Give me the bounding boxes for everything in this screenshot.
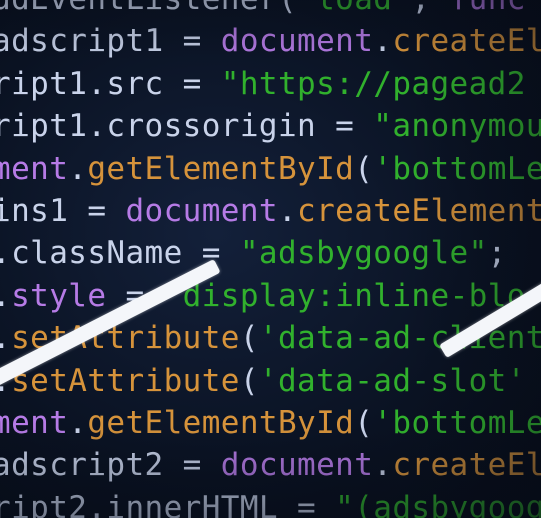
- code-token: .: [68, 150, 88, 187]
- code-token: "adsbygoogle": [239, 235, 488, 272]
- code-token: ment: [0, 150, 69, 187]
- code-token: adscript1 =: [0, 23, 221, 60]
- code-token: document: [125, 192, 278, 229]
- code-token: ript2.innerHTML =: [0, 489, 336, 518]
- code-token: ;: [487, 235, 507, 272]
- code-line: ript2.innerHTML = "(adsbygoog: [0, 487, 541, 518]
- code-line: ript1.crossorigin = "anonymou: [0, 105, 541, 147]
- code-line: ript1.src = "https://pagead2: [0, 63, 541, 105]
- code-token: (: [354, 404, 374, 441]
- code-token: ins1 =: [0, 192, 126, 229]
- code-photo: udEventListener('load', funcadscript1 = …: [0, 0, 541, 518]
- code-token: createElement: [297, 192, 541, 229]
- code-token: getElementById: [87, 150, 355, 187]
- code-token: createEl: [392, 23, 541, 60]
- code-token: createEl: [392, 447, 541, 484]
- code-line: .style = "display:inline-blo: [0, 275, 541, 317]
- code-token: .: [373, 447, 393, 484]
- code-token: ript1.crossorigin =: [0, 108, 374, 145]
- code-token: "anonymou: [373, 108, 541, 145]
- code-line: ment.getElementById('bottomLe: [0, 148, 541, 190]
- code-token: ,: [411, 0, 449, 17]
- code-token: .: [68, 404, 88, 441]
- code-line: ment.getElementById('bottomLe: [0, 402, 541, 444]
- code-token: "(adsbygoog: [335, 489, 541, 518]
- code-block: udEventListener('load', funcadscript1 = …: [0, 0, 541, 518]
- code-token: style: [11, 277, 107, 314]
- code-token: document: [220, 447, 374, 484]
- code-line: .className = "adsbygoogle";: [0, 232, 541, 274]
- code-token: func: [450, 0, 526, 17]
- code-token: document: [220, 23, 374, 60]
- code-token: .: [0, 320, 11, 356]
- code-token: 'bottomLe: [373, 150, 541, 187]
- code-token: .: [0, 278, 11, 314]
- code-line: adscript2 = document.createEl: [0, 444, 541, 486]
- code-token: 'load': [297, 0, 411, 17]
- code-token: (: [239, 320, 259, 357]
- code-line: udEventListener('load', func: [0, 0, 541, 20]
- code-token: "display:inline-blo: [163, 277, 526, 314]
- code-line: .setAttribute('data-ad-slot': [0, 360, 541, 402]
- code-token: (: [239, 362, 259, 399]
- code-line: adscript1 = document.createEl: [0, 20, 541, 62]
- code-token: .: [373, 23, 393, 60]
- code-token: adscript2 =: [0, 447, 221, 484]
- code-token: .: [277, 192, 298, 229]
- code-token: 'data-ad-slot': [258, 362, 526, 399]
- code-token: setAttribute: [11, 362, 240, 399]
- code-token: 'bottomLe: [373, 404, 541, 441]
- code-token: udEventListener(: [0, 0, 297, 17]
- code-token: "https://pagead2: [220, 65, 526, 102]
- code-line: ins1 = document.createElement: [0, 190, 541, 232]
- code-token: ript1.src =: [0, 65, 221, 102]
- code-token: (: [354, 150, 374, 187]
- code-token: getElementById: [87, 404, 355, 441]
- code-token: ment: [0, 404, 69, 441]
